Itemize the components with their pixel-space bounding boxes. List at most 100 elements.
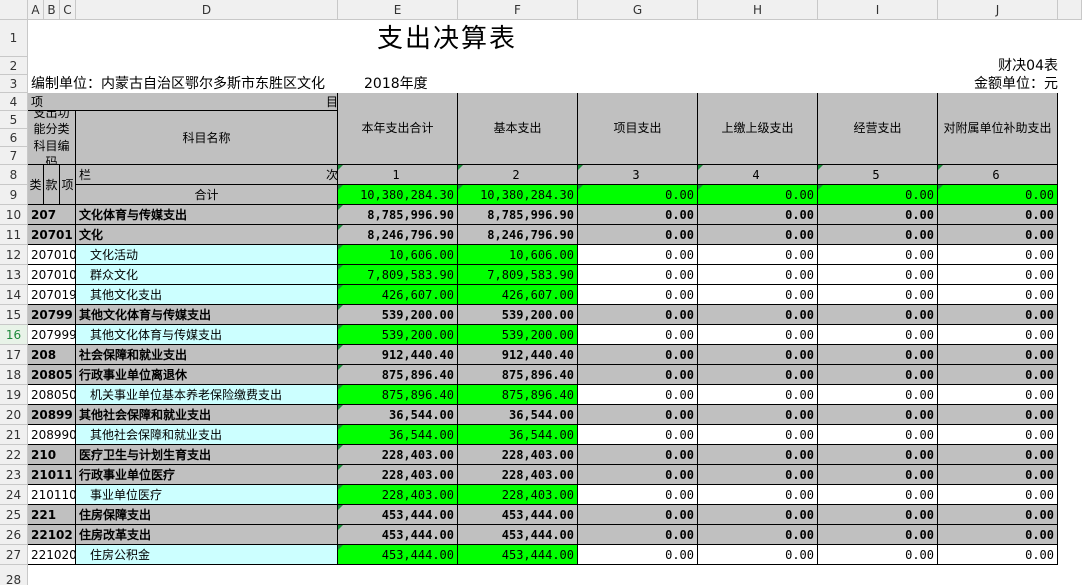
header-column-number[interactable]: 6 xyxy=(938,165,1058,185)
amount-cell[interactable]: 875,896.40 xyxy=(338,385,458,405)
amount-cell[interactable]: 0.00 xyxy=(938,285,1058,305)
amount-cell[interactable]: 0.00 xyxy=(818,225,938,245)
amount-cell[interactable]: 0.00 xyxy=(818,285,938,305)
amount-cell[interactable]: 0.00 xyxy=(578,445,698,465)
amount-cell[interactable]: 0.00 xyxy=(818,205,938,225)
row-header[interactable]: 10 xyxy=(0,205,28,225)
subject-code[interactable]: 2079999 xyxy=(28,325,76,345)
amount-cell[interactable]: 0.00 xyxy=(938,185,1058,205)
amount-cell[interactable]: 0.00 xyxy=(938,245,1058,265)
row-header[interactable]: 26 xyxy=(0,525,28,545)
amount-cell[interactable]: 0.00 xyxy=(938,465,1058,485)
amount-cell[interactable]: 0.00 xyxy=(698,425,818,445)
amount-cell[interactable]: 0.00 xyxy=(938,525,1058,545)
amount-cell[interactable]: 0.00 xyxy=(698,345,818,365)
subject-code[interactable]: 2070199 xyxy=(28,285,76,305)
subject-code[interactable]: 2101102 xyxy=(28,485,76,505)
header-column[interactable]: 对附属单位补助支出 xyxy=(938,93,1058,165)
row-header[interactable]: 11 xyxy=(0,225,28,245)
amount-cell[interactable]: 228,403.00 xyxy=(458,445,578,465)
amount-cell[interactable]: 10,606.00 xyxy=(458,245,578,265)
amount-cell[interactable]: 0.00 xyxy=(818,445,938,465)
subject-code[interactable]: 2070109 xyxy=(28,265,76,285)
amount-cell[interactable]: 453,444.00 xyxy=(458,525,578,545)
row-header[interactable]: 22 xyxy=(0,445,28,465)
header-kuan[interactable]: 款 xyxy=(44,165,60,205)
subject-name[interactable]: 住房保障支出 xyxy=(76,505,338,525)
row-header[interactable]: 9 xyxy=(0,185,28,205)
amount-cell[interactable]: 8,785,996.90 xyxy=(338,205,458,225)
amount-cell[interactable]: 0.00 xyxy=(698,205,818,225)
subject-name[interactable]: 行政事业单位离退休 xyxy=(76,365,338,385)
row-header[interactable]: 19 xyxy=(0,385,28,405)
amount-cell[interactable]: 0.00 xyxy=(698,525,818,545)
amount-cell[interactable]: 0.00 xyxy=(578,265,698,285)
amount-cell[interactable]: 426,607.00 xyxy=(458,285,578,305)
amount-cell[interactable]: 36,544.00 xyxy=(458,405,578,425)
amount-cell[interactable]: 0.00 xyxy=(938,385,1058,405)
amount-cell[interactable]: 0.00 xyxy=(698,185,818,205)
amount-cell[interactable]: 0.00 xyxy=(578,365,698,385)
header-func-code[interactable]: 支出功能分类科目编码 xyxy=(28,111,76,165)
amount-cell[interactable]: 539,200.00 xyxy=(338,325,458,345)
subject-name[interactable]: 其他社会保障和就业支出 xyxy=(76,405,338,425)
amount-cell[interactable]: 36,544.00 xyxy=(458,425,578,445)
amount-cell[interactable]: 0.00 xyxy=(818,185,938,205)
amount-cell[interactable]: 912,440.40 xyxy=(338,345,458,365)
amount-cell[interactable]: 8,785,996.90 xyxy=(458,205,578,225)
amount-cell[interactable]: 453,444.00 xyxy=(458,545,578,565)
amount-cell[interactable]: 0.00 xyxy=(818,485,938,505)
amount-cell[interactable]: 453,444.00 xyxy=(338,545,458,565)
amount-cell[interactable]: 426,607.00 xyxy=(338,285,458,305)
amount-cell[interactable]: 0.00 xyxy=(698,385,818,405)
amount-cell[interactable]: 0.00 xyxy=(698,245,818,265)
row-header[interactable]: 8 xyxy=(0,165,28,185)
header-column[interactable]: 上缴上级支出 xyxy=(698,93,818,165)
amount-cell[interactable]: 0.00 xyxy=(938,325,1058,345)
subject-code[interactable]: 20701 xyxy=(28,225,76,245)
amount-cell[interactable]: 0.00 xyxy=(698,265,818,285)
amount-cell[interactable]: 0.00 xyxy=(578,505,698,525)
column-header[interactable]: G xyxy=(578,0,698,20)
amount-cell[interactable]: 0.00 xyxy=(578,545,698,565)
amount-cell[interactable]: 228,403.00 xyxy=(338,465,458,485)
amount-cell[interactable]: 875,896.40 xyxy=(458,385,578,405)
subject-code[interactable]: 21011 xyxy=(28,465,76,485)
amount-cell[interactable]: 912,440.40 xyxy=(458,345,578,365)
subject-code[interactable]: 22102 xyxy=(28,525,76,545)
amount-cell[interactable]: 0.00 xyxy=(578,465,698,485)
header-column-number[interactable]: 5 xyxy=(818,165,938,185)
subject-name[interactable]: 文化体育与传媒支出 xyxy=(76,205,338,225)
amount-cell[interactable]: 0.00 xyxy=(578,525,698,545)
amount-cell[interactable]: 0.00 xyxy=(578,405,698,425)
amount-cell[interactable]: 0.00 xyxy=(818,405,938,425)
row-header[interactable]: 17 xyxy=(0,345,28,365)
amount-cell[interactable]: 0.00 xyxy=(938,505,1058,525)
subject-code[interactable]: 20799 xyxy=(28,305,76,325)
amount-cell[interactable]: 0.00 xyxy=(578,325,698,345)
amount-cell[interactable]: 10,380,284.30 xyxy=(338,185,458,205)
amount-cell[interactable]: 0.00 xyxy=(938,225,1058,245)
amount-cell[interactable]: 0.00 xyxy=(818,425,938,445)
amount-cell[interactable]: 0.00 xyxy=(578,185,698,205)
row-header[interactable]: 20 xyxy=(0,405,28,425)
column-header[interactable]: J xyxy=(938,0,1058,20)
amount-cell[interactable]: 228,403.00 xyxy=(458,485,578,505)
header-column[interactable]: 经营支出 xyxy=(818,93,938,165)
amount-cell[interactable]: 453,444.00 xyxy=(458,505,578,525)
amount-cell[interactable]: 0.00 xyxy=(818,245,938,265)
amount-cell[interactable]: 0.00 xyxy=(698,545,818,565)
column-header[interactable]: B xyxy=(44,0,60,20)
amount-cell[interactable]: 0.00 xyxy=(938,485,1058,505)
subject-name[interactable]: 住房改革支出 xyxy=(76,525,338,545)
subject-name[interactable]: 其他文化体育与传媒支出 xyxy=(76,325,338,345)
amount-cell[interactable]: 36,544.00 xyxy=(338,425,458,445)
subject-name[interactable]: 文化 xyxy=(76,225,338,245)
header-column[interactable]: 项目支出 xyxy=(578,93,698,165)
header-column-number[interactable]: 3 xyxy=(578,165,698,185)
amount-cell[interactable]: 0.00 xyxy=(698,225,818,245)
amount-cell[interactable]: 0.00 xyxy=(578,305,698,325)
amount-cell[interactable]: 0.00 xyxy=(698,405,818,425)
header-lei[interactable]: 类 xyxy=(28,165,44,205)
column-header[interactable]: D xyxy=(76,0,338,20)
